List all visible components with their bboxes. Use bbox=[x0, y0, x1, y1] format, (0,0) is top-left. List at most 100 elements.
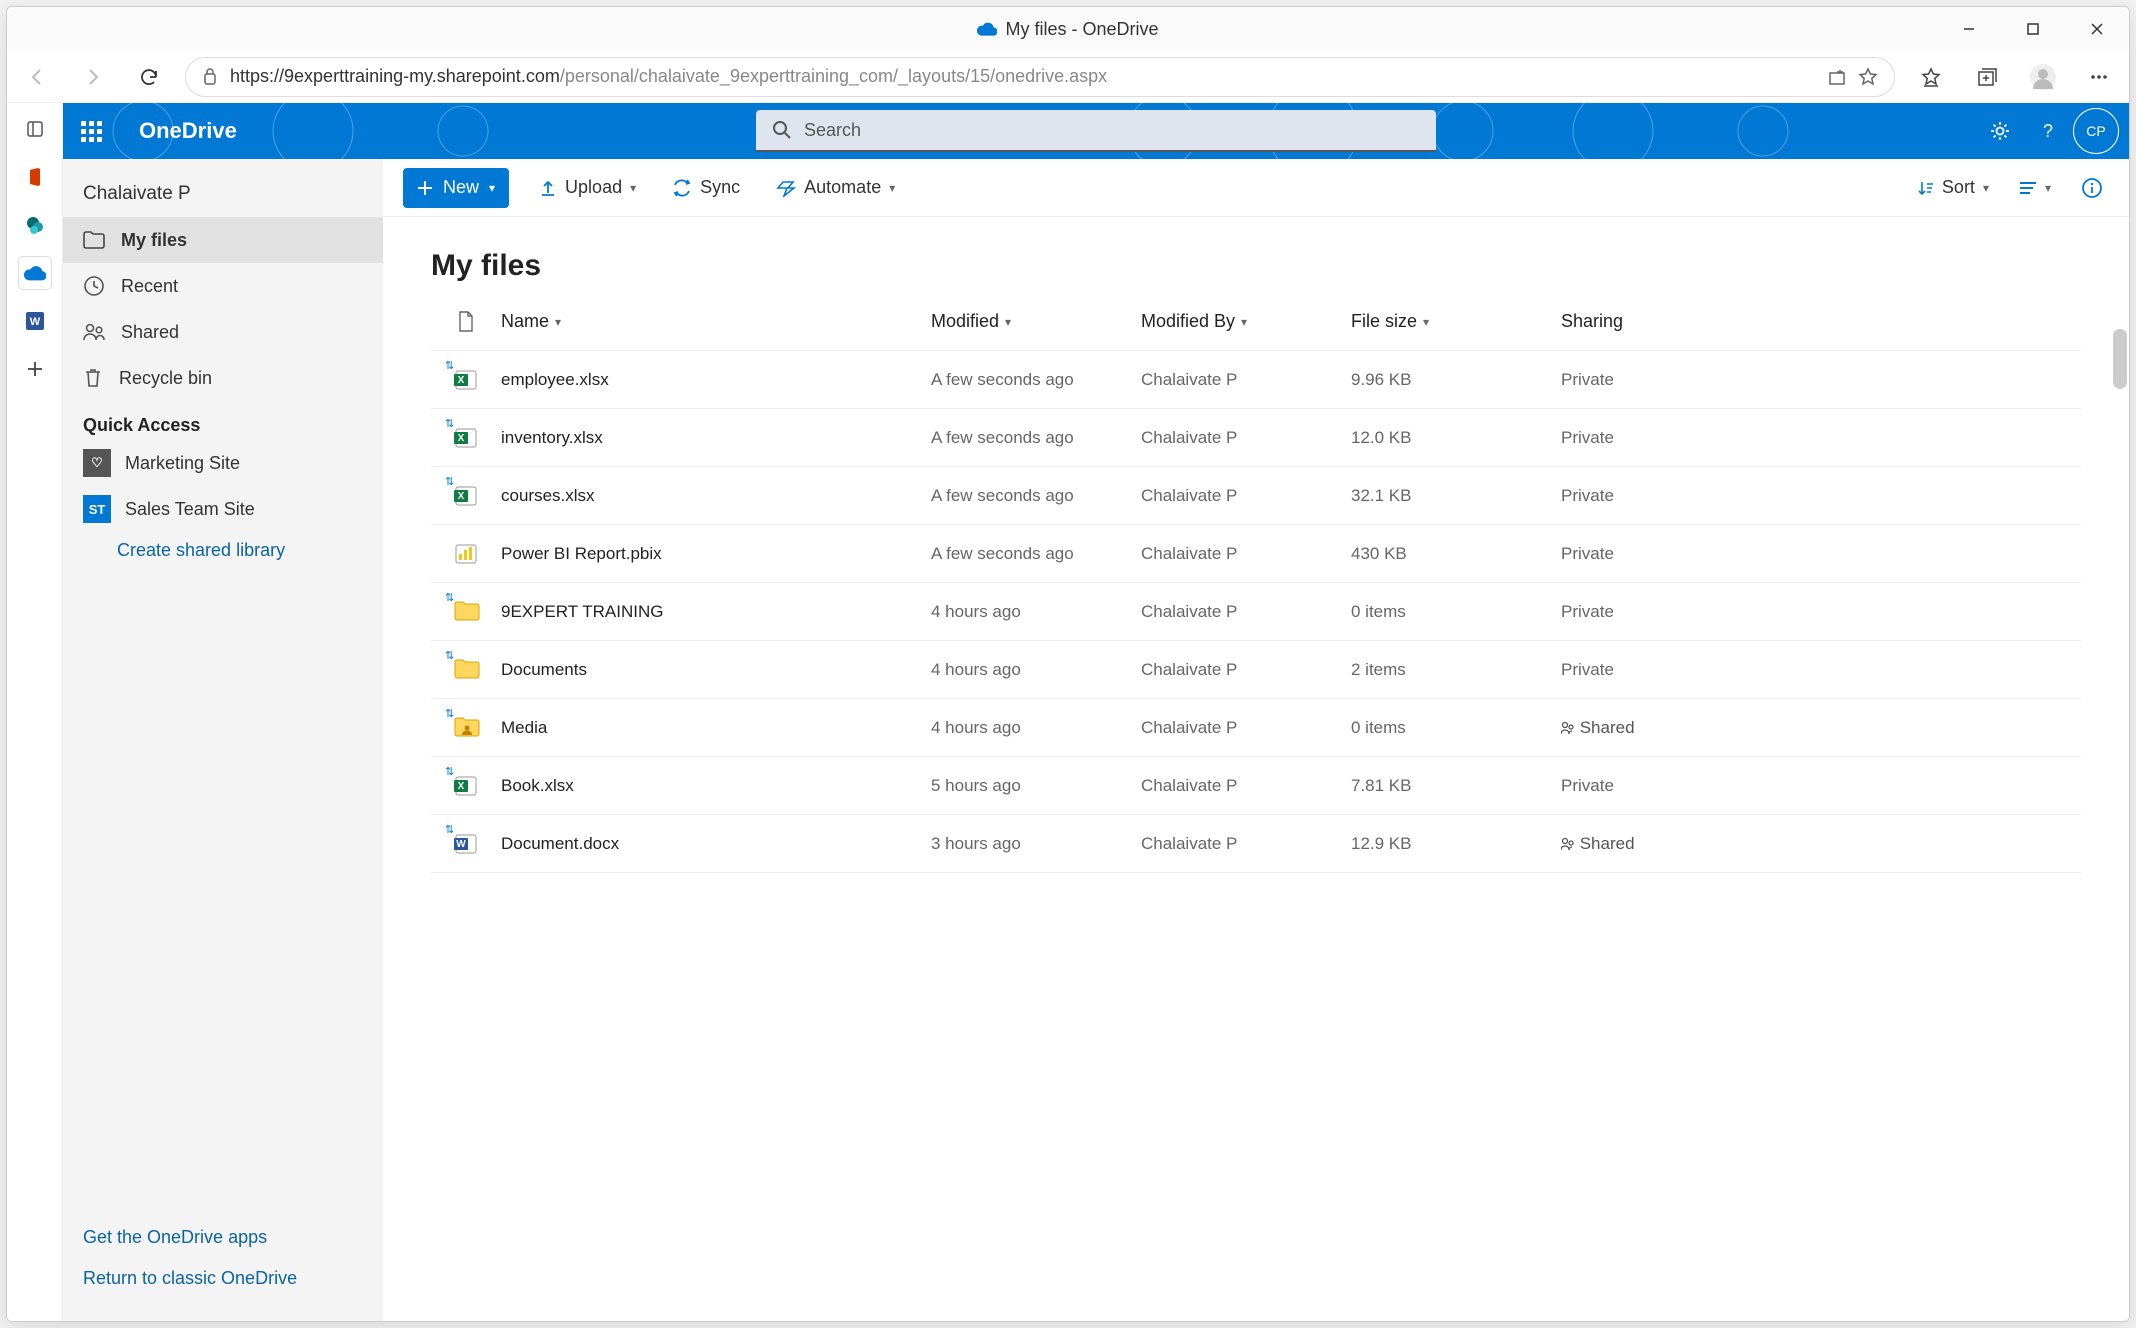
search-input[interactable]: Search bbox=[756, 110, 1436, 152]
upload-icon bbox=[539, 179, 557, 197]
sync-label: Sync bbox=[700, 177, 740, 198]
sort-button[interactable]: Sort ▾ bbox=[1912, 168, 1995, 208]
sync-overlay-icon: ⇅ bbox=[445, 475, 454, 488]
automate-button[interactable]: Automate ▾ bbox=[770, 168, 901, 208]
column-modified-by[interactable]: Modified By ▾ bbox=[1141, 311, 1351, 332]
sidebar-site-marketing[interactable]: ♡ Marketing Site bbox=[63, 440, 383, 486]
file-name[interactable]: inventory.xlsx bbox=[501, 428, 931, 448]
sort-label: Sort bbox=[1942, 177, 1975, 198]
file-sharing: Private bbox=[1561, 544, 2081, 564]
upload-label: Upload bbox=[565, 177, 622, 198]
file-name[interactable]: Power BI Report.pbix bbox=[501, 544, 931, 564]
table-row[interactable]: ⇅9EXPERT TRAINING4 hours agoChalaivate P… bbox=[431, 583, 2081, 641]
table-row[interactable]: ⇅Xinventory.xlsxA few seconds agoChalaiv… bbox=[431, 409, 2081, 467]
file-modified: 4 hours ago bbox=[931, 660, 1141, 680]
extensions-icon[interactable] bbox=[1828, 68, 1846, 86]
classic-onedrive-link[interactable]: Return to classic OneDrive bbox=[83, 1258, 363, 1299]
automate-icon bbox=[776, 179, 796, 197]
column-size[interactable]: File size ▾ bbox=[1351, 311, 1561, 332]
close-button[interactable] bbox=[2065, 7, 2129, 51]
new-tab-button[interactable] bbox=[19, 353, 51, 385]
svg-text:X: X bbox=[458, 375, 465, 386]
view-button[interactable]: ▾ bbox=[2013, 168, 2057, 208]
table-row[interactable]: ⇅Media4 hours agoChalaivate P0 items Sha… bbox=[431, 699, 2081, 757]
sidebar-item-shared[interactable]: Shared bbox=[63, 309, 383, 355]
favorite-icon[interactable] bbox=[1858, 67, 1878, 87]
reload-button[interactable] bbox=[129, 57, 169, 97]
site-info-icon[interactable] bbox=[202, 68, 218, 86]
back-button[interactable] bbox=[17, 57, 57, 97]
file-name[interactable]: Media bbox=[501, 718, 931, 738]
upload-button[interactable]: Upload ▾ bbox=[533, 168, 642, 208]
vertical-scrollbar[interactable] bbox=[2113, 329, 2127, 389]
file-modified: 3 hours ago bbox=[931, 834, 1141, 854]
search-icon bbox=[772, 120, 792, 140]
tab-actions-icon[interactable] bbox=[19, 113, 51, 145]
forward-button[interactable] bbox=[73, 57, 113, 97]
table-row[interactable]: Power BI Report.pbixA few seconds agoCha… bbox=[431, 525, 2081, 583]
sidebar-item-recycle-bin[interactable]: Recycle bin bbox=[63, 355, 383, 401]
info-button[interactable] bbox=[2075, 168, 2109, 208]
sync-overlay-icon: ⇅ bbox=[445, 823, 454, 836]
file-name[interactable]: Book.xlsx bbox=[501, 776, 931, 796]
table-row[interactable]: ⇅Documents4 hours agoChalaivate P2 items… bbox=[431, 641, 2081, 699]
chevron-down-icon: ▾ bbox=[555, 315, 561, 329]
tab-office-icon[interactable] bbox=[19, 161, 51, 193]
sync-icon bbox=[672, 179, 692, 197]
column-name[interactable]: Name ▾ bbox=[501, 311, 931, 332]
profile-icon[interactable] bbox=[2023, 57, 2063, 97]
browser-navbar: https://9experttraining-my.sharepoint.co… bbox=[7, 51, 2129, 103]
account-avatar[interactable]: CP bbox=[2073, 108, 2119, 154]
vertical-tab-strip: W bbox=[7, 103, 63, 1321]
sync-button[interactable]: Sync bbox=[666, 168, 746, 208]
table-row[interactable]: ⇅Xcourses.xlsxA few seconds agoChalaivat… bbox=[431, 467, 2081, 525]
chevron-down-icon: ▾ bbox=[889, 181, 895, 195]
new-button[interactable]: New ▾ bbox=[403, 168, 509, 208]
sidebar-item-my-files[interactable]: My files bbox=[63, 217, 383, 263]
column-modified[interactable]: Modified ▾ bbox=[931, 311, 1141, 332]
file-name[interactable]: 9EXPERT TRAINING bbox=[501, 602, 931, 622]
tab-onedrive-icon[interactable] bbox=[19, 257, 51, 289]
search-placeholder: Search bbox=[804, 120, 861, 141]
table-row[interactable]: ⇅XBook.xlsx5 hours agoChalaivate P7.81 K… bbox=[431, 757, 2081, 815]
sync-overlay-icon: ⇅ bbox=[445, 649, 454, 662]
file-name[interactable]: Document.docx bbox=[501, 834, 931, 854]
browser-window: My files - OneDrive https://9experttrain… bbox=[6, 6, 2130, 1322]
file-table: Name ▾ Modified ▾ Modified By ▾ File siz… bbox=[383, 293, 2129, 1321]
table-row[interactable]: ⇅WDocument.docx3 hours agoChalaivate P12… bbox=[431, 815, 2081, 873]
file-modified-by: Chalaivate P bbox=[1141, 718, 1351, 738]
file-sharing: Private bbox=[1561, 776, 2081, 796]
file-modified-by: Chalaivate P bbox=[1141, 834, 1351, 854]
maximize-button[interactable] bbox=[2001, 7, 2065, 51]
tab-word-icon[interactable]: W bbox=[19, 305, 51, 337]
minimize-button[interactable] bbox=[1937, 7, 2001, 51]
folder-icon bbox=[83, 231, 105, 249]
get-apps-link[interactable]: Get the OneDrive apps bbox=[83, 1217, 363, 1258]
sort-icon bbox=[1918, 180, 1934, 196]
file-type-icon: ⇅X bbox=[454, 368, 478, 392]
settings-button[interactable] bbox=[1977, 108, 2023, 154]
file-name[interactable]: employee.xlsx bbox=[501, 370, 931, 390]
menu-icon[interactable] bbox=[2079, 57, 2119, 97]
create-shared-library-link[interactable]: Create shared library bbox=[63, 532, 383, 569]
sidebar-item-recent[interactable]: Recent bbox=[63, 263, 383, 309]
help-button[interactable]: ? bbox=[2025, 108, 2071, 154]
sidebar-site-sales[interactable]: ST Sales Team Site bbox=[63, 486, 383, 532]
url-bar[interactable]: https://9experttraining-my.sharepoint.co… bbox=[185, 57, 1895, 97]
page-title: My files bbox=[383, 217, 2129, 293]
svg-text:?: ? bbox=[2043, 121, 2053, 141]
table-row[interactable]: ⇅Xemployee.xlsxA few seconds agoChalaiva… bbox=[431, 351, 2081, 409]
tab-sharepoint-icon[interactable] bbox=[19, 209, 51, 241]
favorites-bar-icon[interactable] bbox=[1911, 57, 1951, 97]
file-name[interactable]: Documents bbox=[501, 660, 931, 680]
sidebar: Chalaivate P My files Recent Shared bbox=[63, 159, 383, 1321]
plus-icon bbox=[417, 180, 433, 196]
file-size: 0 items bbox=[1351, 718, 1561, 738]
file-type-icon: ⇅X bbox=[454, 774, 478, 798]
file-modified-by: Chalaivate P bbox=[1141, 776, 1351, 796]
svg-text:W: W bbox=[29, 316, 40, 328]
column-sharing[interactable]: Sharing bbox=[1561, 311, 2081, 332]
file-sharing: Private bbox=[1561, 370, 2081, 390]
collections-icon[interactable] bbox=[1967, 57, 2007, 97]
file-name[interactable]: courses.xlsx bbox=[501, 486, 931, 506]
